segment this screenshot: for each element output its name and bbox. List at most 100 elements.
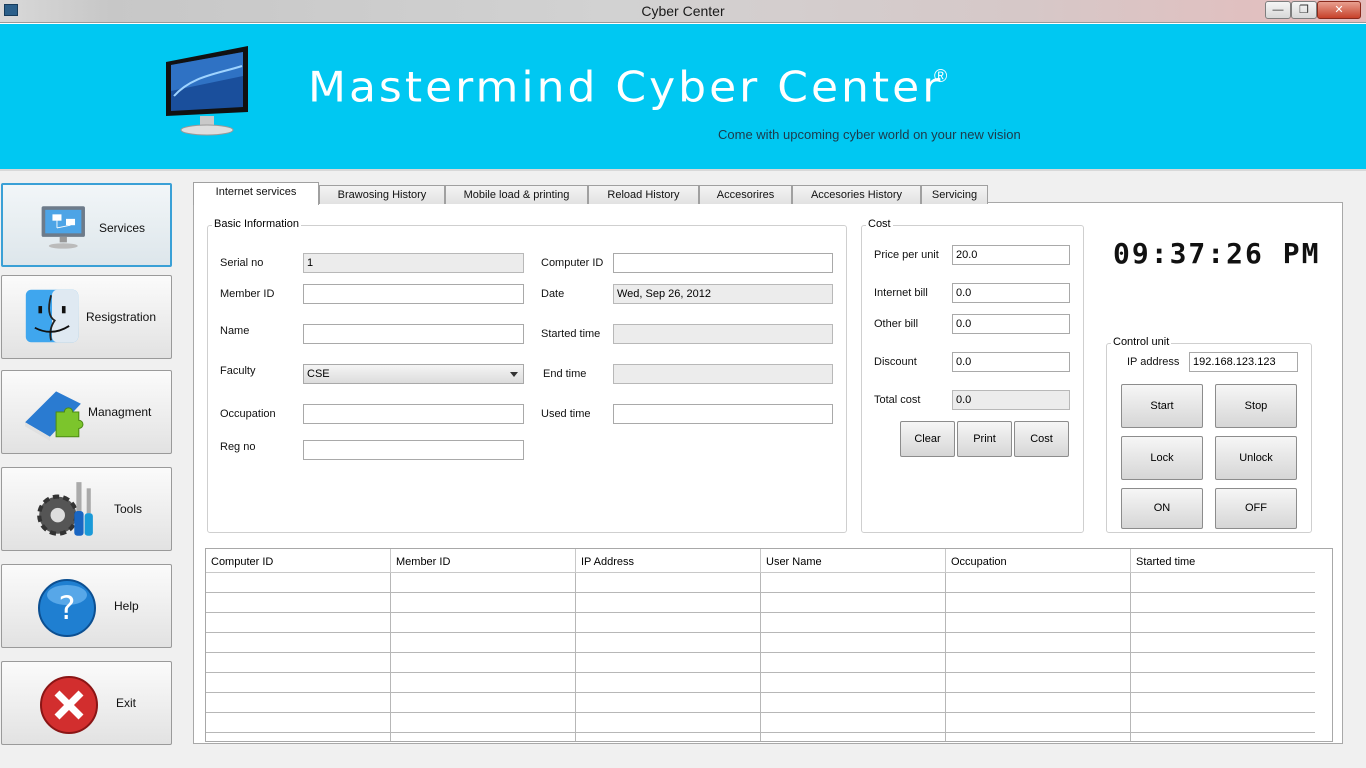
table-cell[interactable]	[946, 653, 1131, 673]
nav-exit-button[interactable]: Exit	[1, 661, 172, 745]
ip-address-field[interactable]: 192.168.123.123	[1189, 352, 1298, 372]
stop-button[interactable]: Stop	[1215, 384, 1297, 428]
off-button[interactable]: OFF	[1215, 488, 1297, 529]
table-cell[interactable]	[761, 713, 946, 733]
close-window-button[interactable]: ✕	[1317, 1, 1361, 19]
table-cell[interactable]	[391, 653, 576, 673]
table-row[interactable]	[206, 593, 1315, 613]
table-cell[interactable]	[206, 713, 391, 733]
computer-id-field[interactable]	[613, 253, 833, 273]
tab-mobile-load-printing[interactable]: Mobile load & printing	[445, 185, 588, 204]
maximize-button[interactable]: ❐	[1291, 1, 1317, 19]
used-time-field[interactable]	[613, 404, 833, 424]
table-cell[interactable]	[1131, 713, 1315, 733]
column-header-occupation[interactable]: Occupation	[946, 549, 1131, 573]
table-cell[interactable]	[946, 593, 1131, 613]
on-button[interactable]: ON	[1121, 488, 1203, 529]
end-time-field[interactable]	[613, 364, 833, 384]
table-cell[interactable]	[391, 593, 576, 613]
table-row[interactable]	[206, 573, 1315, 593]
minimize-button[interactable]: —	[1265, 1, 1291, 19]
table-cell[interactable]	[576, 713, 761, 733]
table-cell[interactable]	[1131, 593, 1315, 613]
date-field[interactable]: Wed, Sep 26, 2012	[613, 284, 833, 304]
table-row[interactable]	[206, 653, 1315, 673]
table-cell[interactable]	[206, 613, 391, 633]
tab-reload-history[interactable]: Reload History	[588, 185, 699, 204]
total-cost-field[interactable]: 0.0	[952, 390, 1070, 410]
cost-button[interactable]: Cost	[1014, 421, 1069, 457]
table-cell[interactable]	[391, 633, 576, 653]
table-cell[interactable]	[391, 733, 576, 741]
table-cell[interactable]	[391, 573, 576, 593]
table-cell[interactable]	[206, 733, 391, 741]
table-cell[interactable]	[946, 633, 1131, 653]
table-cell[interactable]	[1131, 673, 1315, 693]
table-cell[interactable]	[576, 733, 761, 741]
tab-accessories-history[interactable]: Accesories History	[792, 185, 921, 204]
nav-management-button[interactable]: Managment	[1, 370, 172, 454]
table-cell[interactable]	[761, 613, 946, 633]
table-cell[interactable]	[761, 733, 946, 741]
table-cell[interactable]	[946, 673, 1131, 693]
table-cell[interactable]	[391, 673, 576, 693]
reg-no-field[interactable]	[303, 440, 524, 460]
table-cell[interactable]	[1131, 653, 1315, 673]
tab-servicing[interactable]: Servicing	[921, 185, 988, 204]
tab-accessories[interactable]: Accesorires	[699, 185, 792, 204]
table-row[interactable]	[206, 733, 1315, 741]
table-row[interactable]	[206, 633, 1315, 653]
internet-bill-field[interactable]: 0.0	[952, 283, 1070, 303]
other-bill-field[interactable]: 0.0	[952, 314, 1070, 334]
table-cell[interactable]	[206, 673, 391, 693]
lock-button[interactable]: Lock	[1121, 436, 1203, 480]
table-cell[interactable]	[576, 653, 761, 673]
table-cell[interactable]	[576, 613, 761, 633]
nav-help-button[interactable]: ? Help	[1, 564, 172, 648]
tab-browsing-history[interactable]: Brawosing History	[319, 185, 445, 204]
table-cell[interactable]	[206, 633, 391, 653]
table-cell[interactable]	[1131, 633, 1315, 653]
table-cell[interactable]	[1131, 693, 1315, 713]
table-cell[interactable]	[206, 653, 391, 673]
table-row[interactable]	[206, 693, 1315, 713]
clear-button[interactable]: Clear	[900, 421, 955, 457]
table-cell[interactable]	[206, 593, 391, 613]
column-header-member-id[interactable]: Member ID	[391, 549, 576, 573]
table-cell[interactable]	[576, 633, 761, 653]
nav-tools-button[interactable]: Tools	[1, 467, 172, 551]
table-cell[interactable]	[946, 733, 1131, 741]
table-row[interactable]	[206, 613, 1315, 633]
table-cell[interactable]	[391, 693, 576, 713]
tab-internet-services[interactable]: Internet services	[193, 182, 319, 205]
column-header-user-name[interactable]: User Name	[761, 549, 946, 573]
table-cell[interactable]	[1131, 613, 1315, 633]
started-time-field[interactable]	[613, 324, 833, 344]
table-cell[interactable]	[946, 713, 1131, 733]
table-cell[interactable]	[946, 573, 1131, 593]
table-cell[interactable]	[761, 633, 946, 653]
column-header-computer-id[interactable]: Computer ID	[206, 549, 391, 573]
table-cell[interactable]	[391, 713, 576, 733]
table-cell[interactable]	[576, 573, 761, 593]
table-cell[interactable]	[761, 653, 946, 673]
print-button[interactable]: Print	[957, 421, 1012, 457]
table-cell[interactable]	[576, 593, 761, 613]
table-cell[interactable]	[391, 613, 576, 633]
table-cell[interactable]	[1131, 573, 1315, 593]
table-row[interactable]	[206, 713, 1315, 733]
occupation-field[interactable]	[303, 404, 524, 424]
price-per-unit-field[interactable]: 20.0	[952, 245, 1070, 265]
unlock-button[interactable]: Unlock	[1215, 436, 1297, 480]
serial-no-field[interactable]: 1	[303, 253, 524, 273]
column-header-ip-address[interactable]: IP Address	[576, 549, 761, 573]
table-cell[interactable]	[576, 673, 761, 693]
table-cell[interactable]	[946, 693, 1131, 713]
table-cell[interactable]	[761, 673, 946, 693]
start-button[interactable]: Start	[1121, 384, 1203, 428]
table-cell[interactable]	[206, 693, 391, 713]
faculty-select[interactable]: CSE	[303, 364, 524, 384]
table-cell[interactable]	[946, 613, 1131, 633]
table-cell[interactable]	[761, 693, 946, 713]
table-row[interactable]	[206, 673, 1315, 693]
